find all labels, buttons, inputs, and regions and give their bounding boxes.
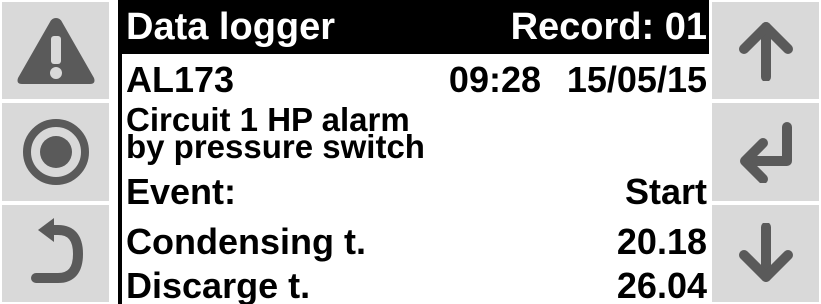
enter-button[interactable]: [709, 101, 821, 203]
alarm-description-line2: by pressure switch: [126, 128, 425, 165]
event-label: Event:: [126, 171, 237, 212]
enter-icon: [739, 121, 792, 183]
lcd-screen: Data logger Record: 01 AL173 09:28 15/05…: [118, 0, 715, 304]
alarm-icon: [17, 17, 94, 84]
right-keypad: [709, 0, 821, 304]
up-button[interactable]: [709, 0, 821, 102]
record-number: Record: 01: [510, 6, 707, 48]
discharge-temp-label: Discarge t.: [126, 265, 311, 304]
program-button[interactable]: [0, 101, 112, 203]
up-arrow-icon: [738, 21, 793, 81]
event-value: Start: [624, 171, 707, 212]
discharge-temp-value: 26.04: [616, 265, 707, 304]
screen-title: Data logger: [126, 6, 336, 48]
escape-icon: [30, 218, 83, 284]
condensing-temp-value: 20.18: [616, 221, 707, 262]
left-keypad: [0, 0, 112, 304]
escape-button[interactable]: [0, 202, 112, 304]
program-icon: [22, 118, 89, 185]
alarm-date: 15/05/15: [566, 59, 707, 100]
title-bar: Data logger Record: 01: [122, 0, 711, 54]
controller-panel: Data logger Record: 01 AL173 09:28 15/05…: [0, 0, 821, 304]
down-button[interactable]: [709, 202, 821, 304]
condensing-temp-label: Condensing t.: [126, 221, 366, 262]
alarm-time: 09:28: [448, 59, 541, 100]
down-arrow-icon: [738, 223, 793, 283]
alarm-code: AL173: [126, 59, 235, 100]
alarm-description: Circuit 1 HP alarm by pressure switch: [126, 103, 425, 165]
alarm-button[interactable]: [0, 0, 112, 102]
